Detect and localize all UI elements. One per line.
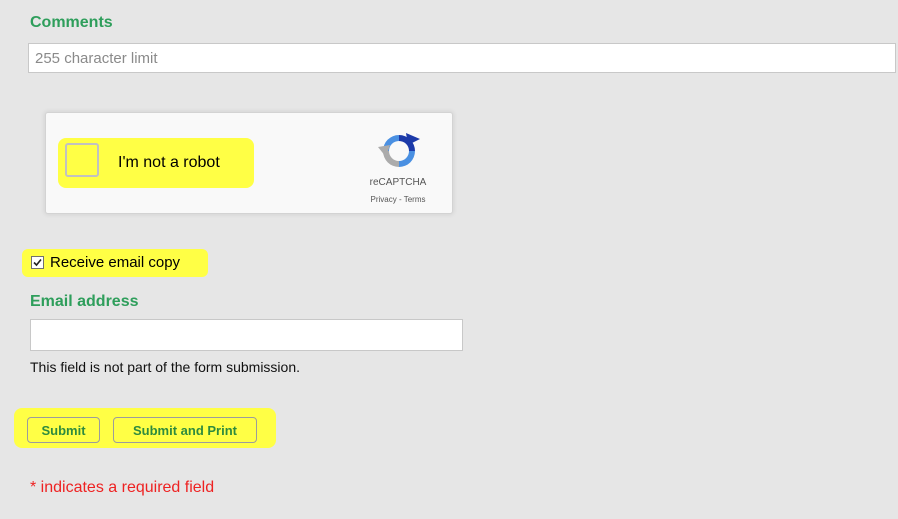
recaptcha-links: Privacy - Terms bbox=[358, 195, 438, 204]
checkmark-icon bbox=[33, 258, 42, 267]
recaptcha-brand: reCAPTCHA bbox=[369, 177, 427, 188]
email-field-note: This field is not part of the form submi… bbox=[30, 359, 300, 375]
form-panel: Comments I'm not a robot reCAPTCHA Priva… bbox=[0, 0, 898, 519]
recaptcha-widget: I'm not a robot reCAPTCHA Privacy - Term… bbox=[45, 112, 453, 214]
comments-label: Comments bbox=[30, 14, 113, 31]
comments-input[interactable] bbox=[28, 43, 896, 73]
email-address-label: Email address bbox=[30, 293, 139, 310]
recaptcha-checkbox[interactable] bbox=[65, 143, 99, 177]
recaptcha-logo-icon bbox=[378, 133, 420, 167]
recaptcha-terms-link[interactable]: Terms bbox=[404, 195, 426, 204]
recaptcha-label: I'm not a robot bbox=[118, 154, 220, 171]
recaptcha-link-separator: - bbox=[396, 195, 404, 204]
email-copy-label: Receive email copy bbox=[50, 254, 181, 271]
email-copy-checkbox[interactable] bbox=[31, 256, 44, 269]
submit-button[interactable]: Submit bbox=[27, 417, 100, 443]
recaptcha-privacy-link[interactable]: Privacy bbox=[371, 195, 397, 204]
required-field-note: * indicates a required field bbox=[30, 479, 215, 496]
submit-and-print-button[interactable]: Submit and Print bbox=[113, 417, 257, 443]
email-copy-option: Receive email copy bbox=[22, 249, 208, 277]
email-address-input[interactable] bbox=[30, 319, 463, 351]
